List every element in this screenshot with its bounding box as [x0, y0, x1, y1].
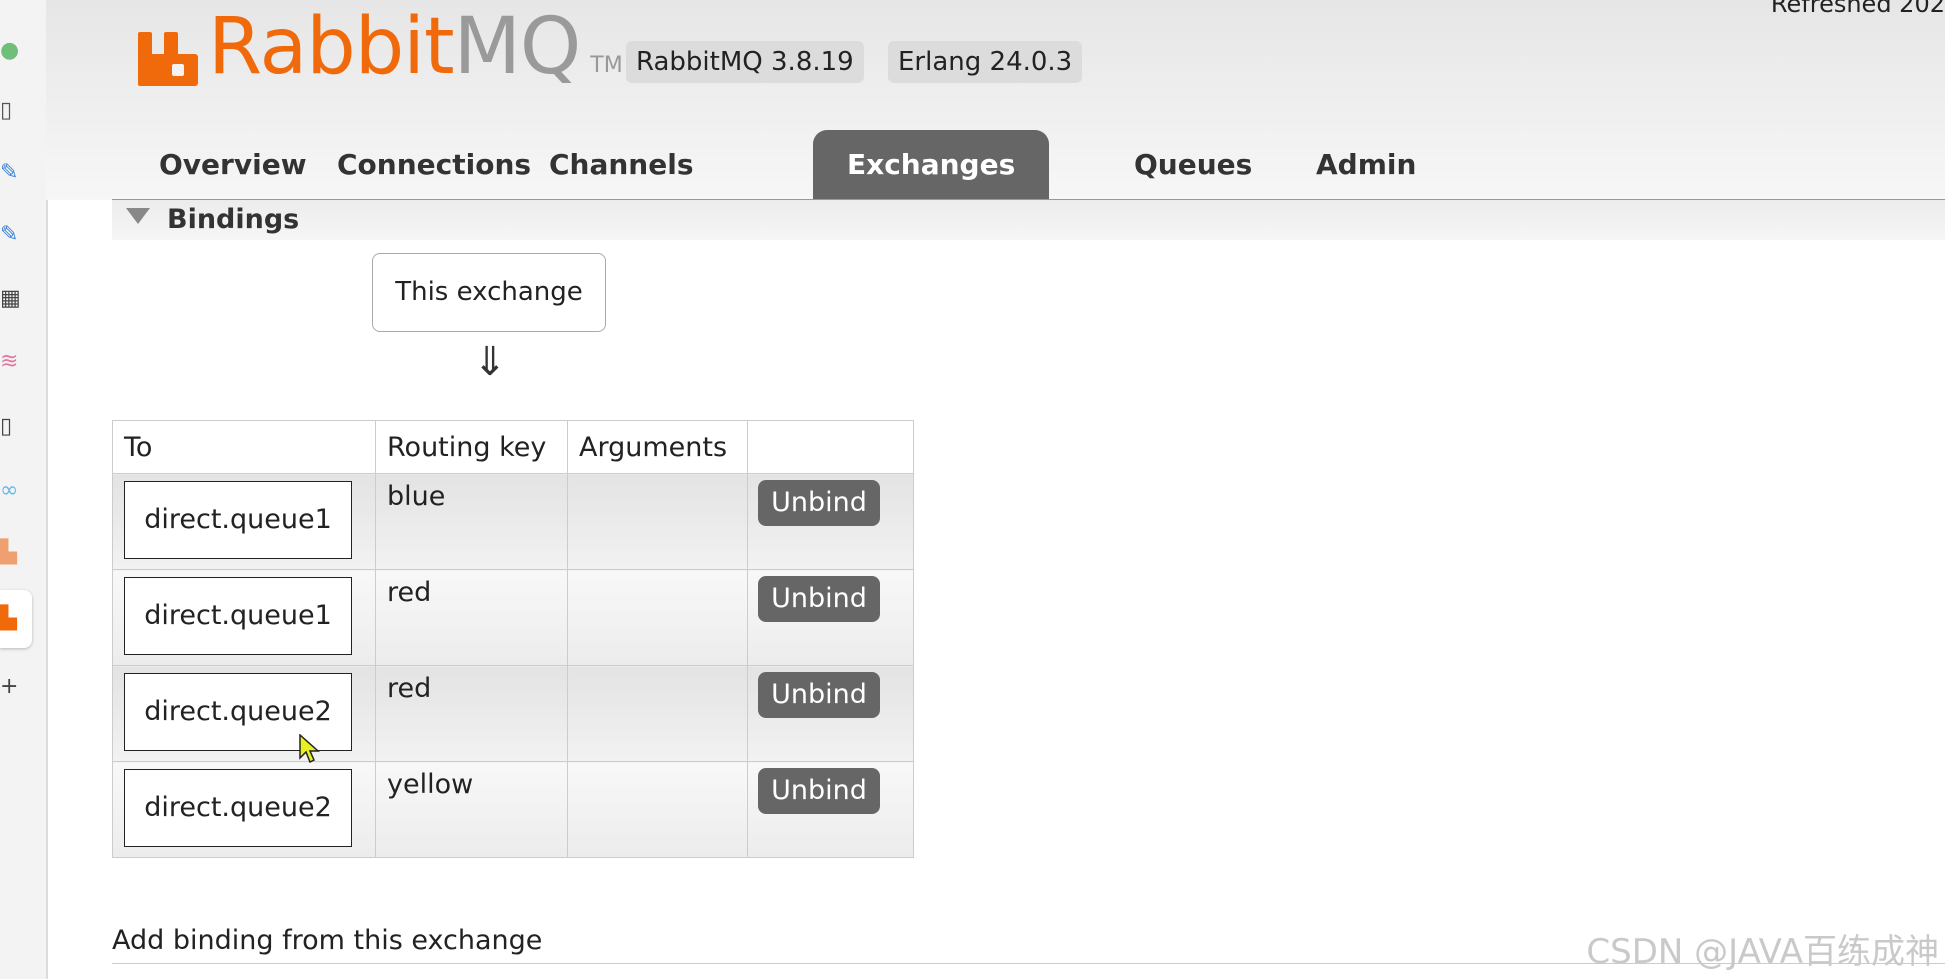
document-icon[interactable]: ▯ — [0, 412, 20, 442]
cell-arguments — [567, 665, 748, 762]
logo-text-mq: MQ — [453, 2, 582, 92]
table-row: direct.queue2 red Unbind — [112, 665, 914, 762]
page-header: Rabbit MQ TM RabbitMQ 3.8.19 Erlang 24.0… — [46, 0, 1945, 200]
cell-routing-key: red — [375, 569, 568, 666]
column-header-to: To — [112, 420, 376, 474]
queue-link[interactable]: direct.queue2 — [124, 769, 352, 847]
rabbitmq-icon[interactable]: ▙ — [0, 604, 20, 634]
cell-routing-key: blue — [375, 473, 568, 570]
table-row: direct.queue2 yellow Unbind — [112, 761, 914, 858]
calendar-icon[interactable]: ▦ — [0, 284, 20, 314]
queue-link[interactable]: direct.queue1 — [124, 577, 352, 655]
cell-action: Unbind — [747, 761, 914, 858]
routing-key: yellow — [387, 769, 474, 800]
browser-sidebar: ● ▯ ✎ ✎ ▦ ≋ ▯ ∞ ▙ ▙ + — [0, 0, 48, 979]
rabbitmq-logo[interactable]: Rabbit MQ TM — [138, 0, 623, 86]
main-nav-tabs: Overview Connections Channels Exchanges … — [46, 130, 1945, 200]
tag-icon[interactable]: ✎ — [0, 220, 20, 250]
tag-icon[interactable]: ✎ — [0, 158, 20, 188]
arguments — [568, 762, 747, 768]
link-icon[interactable]: ≋ — [0, 347, 20, 377]
rabbit-tab-icon[interactable]: ▙ — [0, 538, 20, 568]
rabbitmq-logo-icon — [138, 24, 198, 86]
cell-to: direct.queue1 — [112, 569, 376, 666]
routing-key: red — [387, 673, 432, 704]
document-icon[interactable]: ▯ — [0, 96, 20, 126]
table-row: direct.queue1 blue Unbind — [112, 473, 914, 570]
tab-channels[interactable]: Channels — [515, 130, 728, 200]
erlang-version-badge: Erlang 24.0.3 — [888, 41, 1083, 83]
logo-trademark: TM — [590, 53, 623, 78]
section-title: Bindings — [167, 204, 300, 235]
mouse-cursor-icon — [299, 734, 320, 764]
cell-arguments — [567, 569, 748, 666]
plus-icon[interactable]: + — [0, 672, 20, 702]
column-header-arguments: Arguments — [567, 420, 748, 474]
arguments — [568, 474, 747, 480]
bindings-section-header[interactable]: Bindings — [112, 200, 1945, 240]
table-row: direct.queue1 red Unbind — [112, 569, 914, 666]
unbind-button[interactable]: Unbind — [758, 480, 880, 526]
cell-routing-key: red — [375, 665, 568, 762]
unbind-button[interactable]: Unbind — [758, 576, 880, 622]
this-exchange-box: This exchange — [372, 253, 606, 332]
cell-arguments — [567, 761, 748, 858]
cell-action: Unbind — [747, 569, 914, 666]
refreshed-timestamp: Refreshed 202 — [1770, 0, 1945, 18]
watermark: CSDN @JAVA百练成神 — [1586, 932, 1939, 972]
routing-key: red — [387, 577, 432, 608]
routing-key: blue — [387, 481, 446, 512]
cell-arguments — [567, 473, 748, 570]
unbind-button[interactable]: Unbind — [758, 672, 880, 718]
cell-to: direct.queue1 — [112, 473, 376, 570]
arguments — [568, 570, 747, 576]
tab-queues[interactable]: Queues — [1100, 130, 1286, 200]
bindings-table: To Routing key Arguments direct.queue1 b… — [112, 420, 914, 858]
add-binding-heading[interactable]: Add binding from this exchange — [112, 925, 542, 956]
collapse-triangle-icon[interactable] — [126, 208, 150, 224]
column-header-actions — [747, 420, 914, 474]
table-header-row: To Routing key Arguments — [112, 420, 914, 474]
column-header-routing-key: Routing key — [375, 420, 568, 474]
cell-to: direct.queue2 — [112, 761, 376, 858]
app-icon[interactable]: ● — [0, 36, 20, 66]
rabbitmq-version-badge: RabbitMQ 3.8.19 — [626, 41, 864, 83]
unbind-button[interactable]: Unbind — [758, 768, 880, 814]
arguments — [568, 666, 747, 672]
logo-text-rabbit: Rabbit — [208, 2, 455, 92]
cell-action: Unbind — [747, 473, 914, 570]
tab-exchanges[interactable]: Exchanges — [813, 130, 1050, 200]
cell-to: direct.queue2 — [112, 665, 376, 762]
cell-routing-key: yellow — [375, 761, 568, 858]
queue-link[interactable]: direct.queue1 — [124, 481, 352, 559]
cell-action: Unbind — [747, 665, 914, 762]
tab-admin[interactable]: Admin — [1282, 130, 1450, 200]
down-arrow-icon: ⇓ — [473, 339, 507, 385]
infinity-icon[interactable]: ∞ — [0, 476, 20, 506]
